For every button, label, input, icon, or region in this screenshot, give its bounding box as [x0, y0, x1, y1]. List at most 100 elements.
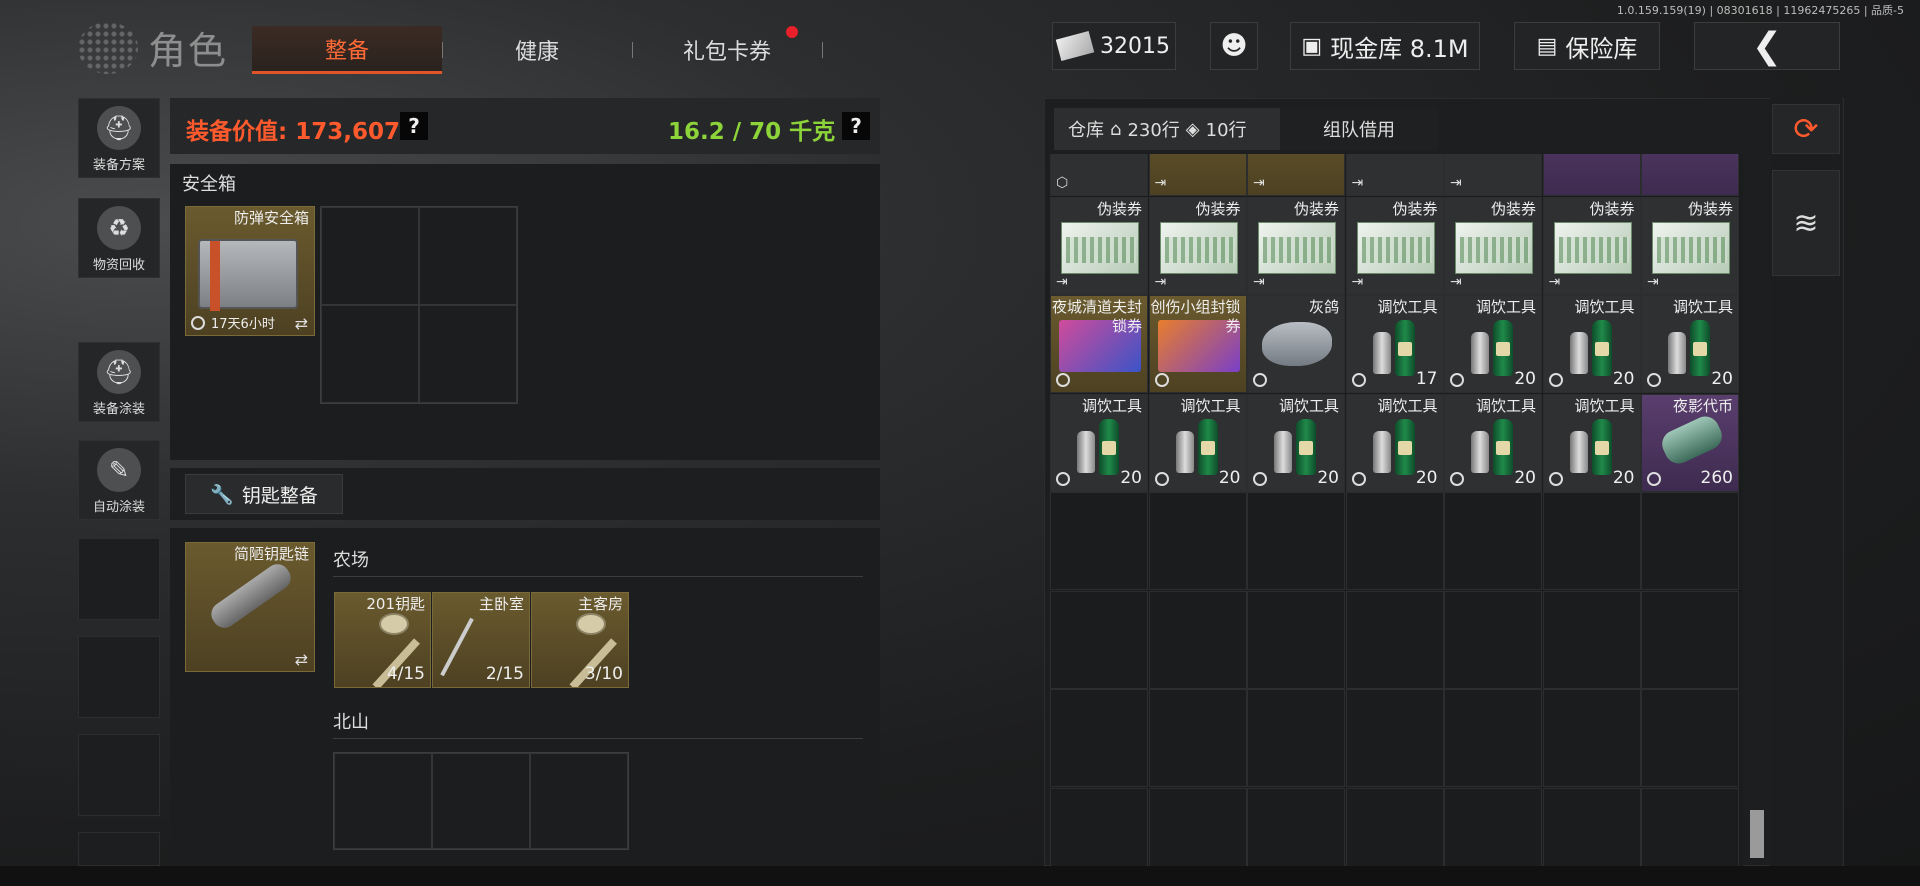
- cash-vault-button[interactable]: ▣ 现金库 8.1M: [1290, 22, 1480, 70]
- key-slot[interactable]: 主客房 3/10: [531, 592, 629, 688]
- warehouse-item[interactable]: 灰鸽: [1247, 295, 1345, 393]
- key-empty-slot[interactable]: [432, 753, 530, 849]
- sort-stack-button[interactable]: ⟳: [1772, 104, 1840, 154]
- recycle-icon: ♻: [97, 206, 141, 250]
- warehouse-empty-cell[interactable]: [1050, 492, 1148, 590]
- warehouse-item[interactable]: 伪装券 ⇥: [1444, 196, 1542, 295]
- warehouse-item[interactable]: 调饮工具 20: [1444, 393, 1542, 492]
- warehouse-item[interactable]: 动券⇥: [1444, 154, 1542, 196]
- warehouse-item[interactable]: 调饮工具 20: [1148, 393, 1247, 492]
- warehouse-empty-cell[interactable]: [1542, 492, 1641, 590]
- bottle-icon: [1493, 320, 1513, 376]
- tab-team-borrow[interactable]: 组队借用: [1280, 108, 1438, 150]
- warehouse-empty-cell[interactable]: [1641, 689, 1739, 787]
- key-slot[interactable]: 主卧室 2/15: [432, 592, 530, 688]
- warehouse-item[interactable]: 伪装券 ⇥: [1641, 196, 1739, 295]
- warehouse-empty-cell[interactable]: [1345, 492, 1444, 590]
- warehouse-item[interactable]: 伪装券 ⇥: [1148, 196, 1247, 295]
- warehouse-empty-cell[interactable]: [1148, 590, 1247, 689]
- trader-icon: ☻: [1220, 31, 1248, 61]
- equipment-paint-button[interactable]: ⛑ 装备涂装: [78, 342, 160, 422]
- warehouse-scrollbar[interactable]: [1750, 810, 1764, 858]
- warehouse-item[interactable]: 夜城清道夫封锁券: [1050, 295, 1148, 393]
- warehouse-empty-cell[interactable]: [1444, 492, 1542, 590]
- warehouse-empty-cell[interactable]: [1444, 590, 1542, 689]
- warehouse-item[interactable]: 动券⇥: [1345, 154, 1444, 196]
- warehouse-empty-cell[interactable]: [1641, 590, 1739, 689]
- warehouse-item[interactable]: 夜影代币 260: [1641, 393, 1739, 492]
- warehouse-empty-cell[interactable]: [1050, 590, 1148, 689]
- weight-help-button[interactable]: ?: [842, 112, 870, 140]
- tab-gift-coupons[interactable]: 礼包卡券: [632, 26, 823, 74]
- cash-display[interactable]: 32015: [1052, 22, 1176, 70]
- warehouse-empty-cell[interactable]: [1444, 787, 1542, 866]
- swap-icon[interactable]: ⇄: [295, 650, 308, 669]
- tab-prepare[interactable]: 整备: [252, 26, 443, 74]
- warehouse-empty-cell[interactable]: [1641, 787, 1739, 866]
- back-button[interactable]: ❮: [1694, 22, 1840, 70]
- warehouse-item[interactable]: 伪装券 ⇥: [1050, 196, 1148, 295]
- warehouse-empty-cell[interactable]: [1148, 787, 1247, 866]
- timer-icon: [1647, 471, 1661, 486]
- auto-paint-button[interactable]: ✎ 自动涂装: [78, 440, 160, 520]
- help-icon: ?: [850, 114, 862, 138]
- value-help-button[interactable]: ?: [400, 112, 428, 140]
- warehouse-item[interactable]: 调饮工具 20: [1050, 393, 1148, 492]
- warehouse-item[interactable]: 调饮工具 20: [1345, 393, 1444, 492]
- warehouse-item[interactable]: 调饮工具 17: [1345, 295, 1444, 393]
- warehouse-empty-cell[interactable]: [1345, 590, 1444, 689]
- warehouse-empty-cell[interactable]: [1444, 689, 1542, 787]
- tab-warehouse[interactable]: 仓库 ⌂ 230行 ◈ 10行: [1054, 108, 1280, 150]
- grid-cell[interactable]: [419, 207, 517, 305]
- warehouse-empty-cell[interactable]: [1148, 689, 1247, 787]
- safe-vault-button[interactable]: ▤ 保险库: [1514, 22, 1660, 70]
- warehouse-item[interactable]: 伪装券 ⇥: [1542, 196, 1641, 295]
- warehouse-item[interactable]: 创伤小组封锁券: [1148, 295, 1247, 393]
- warehouse-empty-cell[interactable]: [1050, 787, 1148, 866]
- warehouse-item[interactable]: ⇥: [1148, 154, 1247, 196]
- grid-cell[interactable]: [419, 305, 517, 403]
- warehouse-empty-cell[interactable]: [1050, 689, 1148, 787]
- warehouse-empty-cell[interactable]: [1345, 787, 1444, 866]
- equipment-plan-button[interactable]: ⛑ 装备方案: [78, 98, 160, 178]
- warehouse-item[interactable]: 调饮工具 20: [1247, 393, 1345, 492]
- key-slot[interactable]: 201钥匙 4/15: [334, 592, 431, 688]
- warehouse-item[interactable]: 调饮工具 20: [1542, 393, 1641, 492]
- grid-cell[interactable]: [321, 207, 419, 305]
- safe-icon: ▤: [1536, 33, 1558, 59]
- warehouse-item[interactable]: 调饮工具 20: [1542, 295, 1641, 393]
- warehouse-empty-cell[interactable]: [1542, 787, 1641, 866]
- warehouse-item[interactable]: 调饮工具 20: [1444, 295, 1542, 393]
- warehouse-empty-cell[interactable]: [1247, 590, 1345, 689]
- swap-icon[interactable]: ⇄: [295, 314, 308, 333]
- warehouse-item[interactable]: 伪装券 ⇥: [1247, 196, 1345, 295]
- warehouse-item[interactable]: 调饮工具 20: [1641, 295, 1739, 393]
- key-empty-slot[interactable]: [334, 753, 432, 849]
- warehouse-empty-cell[interactable]: [1542, 590, 1641, 689]
- warehouse-empty-cell[interactable]: [1148, 492, 1247, 590]
- key-empty-slot[interactable]: [530, 753, 628, 849]
- warehouse-item[interactable]: ⇥: [1247, 154, 1345, 196]
- layer-import-button[interactable]: ≋: [1772, 170, 1840, 276]
- trader-button[interactable]: ☻: [1210, 22, 1258, 70]
- warehouse-item[interactable]: [1542, 154, 1641, 196]
- warehouse-empty-cell[interactable]: [1345, 689, 1444, 787]
- warehouse-item[interactable]: ⬡: [1050, 154, 1148, 196]
- item-count: 20: [1120, 467, 1142, 488]
- keychain-slot[interactable]: 简陋钥匙链 ⇄: [185, 542, 315, 672]
- tab-health[interactable]: 健康: [442, 26, 633, 74]
- warehouse-empty-cell[interactable]: [1641, 492, 1739, 590]
- supply-recycle-button[interactable]: ♻ 物资回收: [78, 198, 160, 278]
- warehouse-empty-cell[interactable]: [1247, 492, 1345, 590]
- warehouse-empty-cell[interactable]: [1247, 787, 1345, 866]
- warehouse-empty-cell[interactable]: [1247, 689, 1345, 787]
- key-prepare-button[interactable]: 🔧 钥匙整备: [185, 474, 343, 514]
- safebox-slot[interactable]: 防弹安全箱 17天6小时 ⇄: [185, 206, 315, 336]
- layers-download-icon: ≋: [1793, 205, 1819, 241]
- warehouse-item[interactable]: 伪装券 ⇥: [1345, 196, 1444, 295]
- item-name: 调饮工具: [1377, 396, 1438, 415]
- grid-cell[interactable]: [321, 305, 419, 403]
- warehouse-item[interactable]: [1641, 154, 1739, 196]
- warehouse-empty-cell[interactable]: [1542, 689, 1641, 787]
- disguise-ticket-icon: [1455, 221, 1533, 274]
